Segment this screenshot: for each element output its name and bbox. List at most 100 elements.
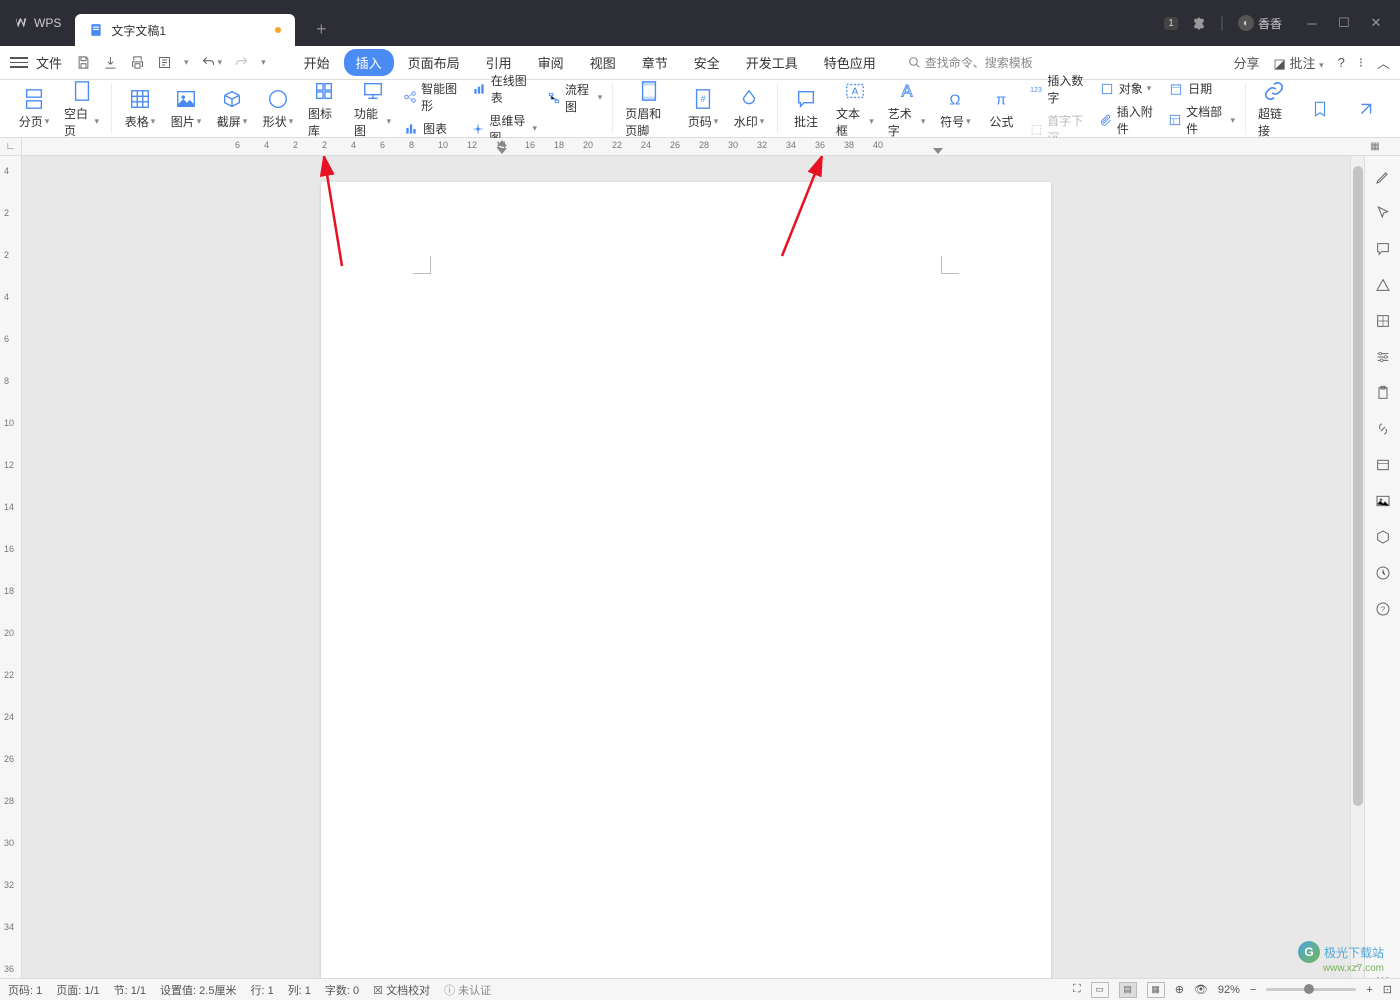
- horizontal-ruler[interactable]: 642246810121416182022242628303234363840: [22, 138, 1350, 156]
- help-icon[interactable]: ?: [1374, 600, 1392, 618]
- page-break-button[interactable]: 分页▾: [12, 85, 56, 132]
- menubar-overflow[interactable]: ▾: [261, 57, 266, 68]
- pencil-icon[interactable]: [1374, 168, 1392, 186]
- settings-icon[interactable]: [1374, 348, 1392, 366]
- undo-dropdown[interactable]: ▾: [218, 57, 223, 68]
- status-chars[interactable]: 字数: 0: [325, 982, 359, 998]
- print-preview-icon[interactable]: [157, 55, 172, 70]
- web-layout-button[interactable]: ⊕: [1175, 983, 1184, 996]
- tab-start[interactable]: 开始: [292, 49, 342, 76]
- fullscreen-button[interactable]: ⛶: [1073, 983, 1081, 996]
- status-proof[interactable]: ☒ 文档校对: [373, 982, 430, 998]
- new-tab-button[interactable]: +: [305, 13, 337, 45]
- hyperlink-button[interactable]: 超链接: [1252, 77, 1296, 141]
- maximize-button[interactable]: ☐: [1328, 8, 1360, 38]
- chat-icon[interactable]: [1374, 240, 1392, 258]
- layout-icon[interactable]: [1374, 456, 1392, 474]
- tab-view[interactable]: 视图: [578, 49, 628, 76]
- user-avatar[interactable]: ◐ 香香: [1238, 15, 1282, 32]
- notification-badge[interactable]: 1: [1164, 17, 1178, 30]
- fit-button[interactable]: ⊡: [1383, 983, 1392, 996]
- minimize-button[interactable]: ─: [1296, 8, 1328, 38]
- vertical-scrollbar[interactable]: ˆ ˇ: [1350, 156, 1364, 996]
- view-mode-page[interactable]: ▤: [1119, 982, 1137, 998]
- document-tab[interactable]: 文字文稿1: [75, 14, 295, 46]
- blank-page-button[interactable]: 空白页▾: [58, 77, 105, 141]
- page-number-button[interactable]: #页码▾: [681, 85, 725, 132]
- zoom-slider-thumb[interactable]: [1304, 984, 1314, 994]
- document-page[interactable]: [321, 182, 1051, 996]
- hex-icon[interactable]: [1374, 528, 1392, 546]
- icon-library-button[interactable]: 图标库: [302, 77, 346, 141]
- table-button[interactable]: 表格▾: [118, 85, 162, 132]
- status-page-no[interactable]: 页码: 1: [8, 982, 42, 998]
- online-chart-button[interactable]: 在线图表: [467, 70, 541, 108]
- symbol-button[interactable]: Ω符号▾: [933, 85, 977, 132]
- document-scroll-area[interactable]: [22, 156, 1350, 996]
- status-setting[interactable]: 设置值: 2.5厘米: [160, 982, 236, 998]
- clipboard-icon[interactable]: [1374, 384, 1392, 402]
- close-button[interactable]: ✕: [1360, 8, 1392, 38]
- zoom-out-button[interactable]: −: [1250, 984, 1256, 996]
- redo-icon[interactable]: [234, 55, 249, 70]
- picture-button[interactable]: 图片▾: [164, 85, 208, 132]
- undo-icon[interactable]: [201, 55, 216, 70]
- smart-graphics-button[interactable]: 智能图形: [399, 78, 465, 116]
- triangle-icon[interactable]: [1374, 276, 1392, 294]
- export-icon[interactable]: [103, 55, 118, 70]
- qat-dropdown[interactable]: ▾: [184, 57, 189, 68]
- doc-parts-button[interactable]: 文档部件▾: [1164, 101, 1239, 139]
- command-search[interactable]: 查找命令、搜索模板: [908, 54, 1033, 71]
- functional-graph-button[interactable]: 功能图▾: [348, 77, 397, 141]
- tab-devtools[interactable]: 开发工具: [734, 49, 810, 76]
- ruler-options[interactable]: ▦: [1350, 138, 1400, 156]
- skin-icon[interactable]: [1192, 16, 1206, 30]
- view-mode-outline[interactable]: ▦: [1147, 982, 1165, 998]
- image-icon[interactable]: [1374, 492, 1392, 510]
- zoom-in-button[interactable]: +: [1366, 984, 1372, 996]
- status-col[interactable]: 列: 1: [288, 982, 311, 998]
- ribbon-comment-button[interactable]: 批注: [784, 85, 828, 132]
- scrollbar-thumb[interactable]: [1353, 166, 1363, 806]
- zoom-value[interactable]: 92%: [1218, 984, 1240, 996]
- vertical-ruler[interactable]: 4224681012141618202224262830323436: [0, 156, 22, 996]
- status-page[interactable]: 页面: 1/1: [56, 982, 99, 998]
- bookmark-button[interactable]: [1298, 95, 1342, 123]
- status-section[interactable]: 节: 1/1: [114, 982, 146, 998]
- app-logo[interactable]: WPS: [0, 0, 75, 46]
- zoom-slider[interactable]: [1266, 988, 1356, 991]
- print-icon[interactable]: [130, 55, 145, 70]
- file-menu[interactable]: 文件: [36, 53, 62, 72]
- view-mode-read[interactable]: ▭: [1091, 982, 1109, 998]
- status-auth[interactable]: ⓘ 未认证: [444, 982, 491, 998]
- help-button[interactable]: ?: [1338, 55, 1345, 70]
- header-footer-button[interactable]: 页眉和页脚: [619, 77, 679, 141]
- eye-care-button[interactable]: 👁: [1194, 983, 1208, 996]
- chart-button[interactable]: 图表: [399, 118, 465, 139]
- textbox-button[interactable]: A文本框▾: [830, 77, 880, 141]
- comment-button[interactable]: ◪ 批注 ▾: [1274, 53, 1324, 72]
- indent-marker-top[interactable]: [497, 140, 507, 146]
- more-button[interactable]: ⁝: [1359, 55, 1363, 71]
- cursor-icon[interactable]: [1374, 204, 1392, 222]
- save-icon[interactable]: [76, 55, 91, 70]
- tab-security[interactable]: 安全: [682, 49, 732, 76]
- share-button[interactable]: 分享: [1234, 53, 1260, 72]
- indent-marker-right[interactable]: [933, 148, 943, 154]
- date-button[interactable]: 日期: [1164, 78, 1239, 99]
- watermark-button[interactable]: 水印▾: [727, 85, 771, 132]
- tab-special[interactable]: 特色应用: [812, 49, 888, 76]
- collapse-ribbon-button[interactable]: ︿: [1377, 53, 1390, 72]
- equation-button[interactable]: π公式: [979, 85, 1023, 132]
- history-icon[interactable]: [1374, 564, 1392, 582]
- tab-pagelayout[interactable]: 页面布局: [396, 49, 472, 76]
- cross-ref-button[interactable]: [1344, 95, 1388, 123]
- tab-insert[interactable]: 插入: [344, 49, 394, 76]
- insert-number-button[interactable]: 123插入数字: [1025, 70, 1092, 108]
- shapes-button[interactable]: 形状▾: [256, 85, 300, 132]
- tab-chapter[interactable]: 章节: [630, 49, 680, 76]
- hamburger-icon[interactable]: [10, 57, 28, 68]
- flowchart-button[interactable]: 流程图▾: [543, 79, 606, 117]
- object-button[interactable]: 对象▾: [1095, 78, 1162, 99]
- grid-icon[interactable]: [1374, 312, 1392, 330]
